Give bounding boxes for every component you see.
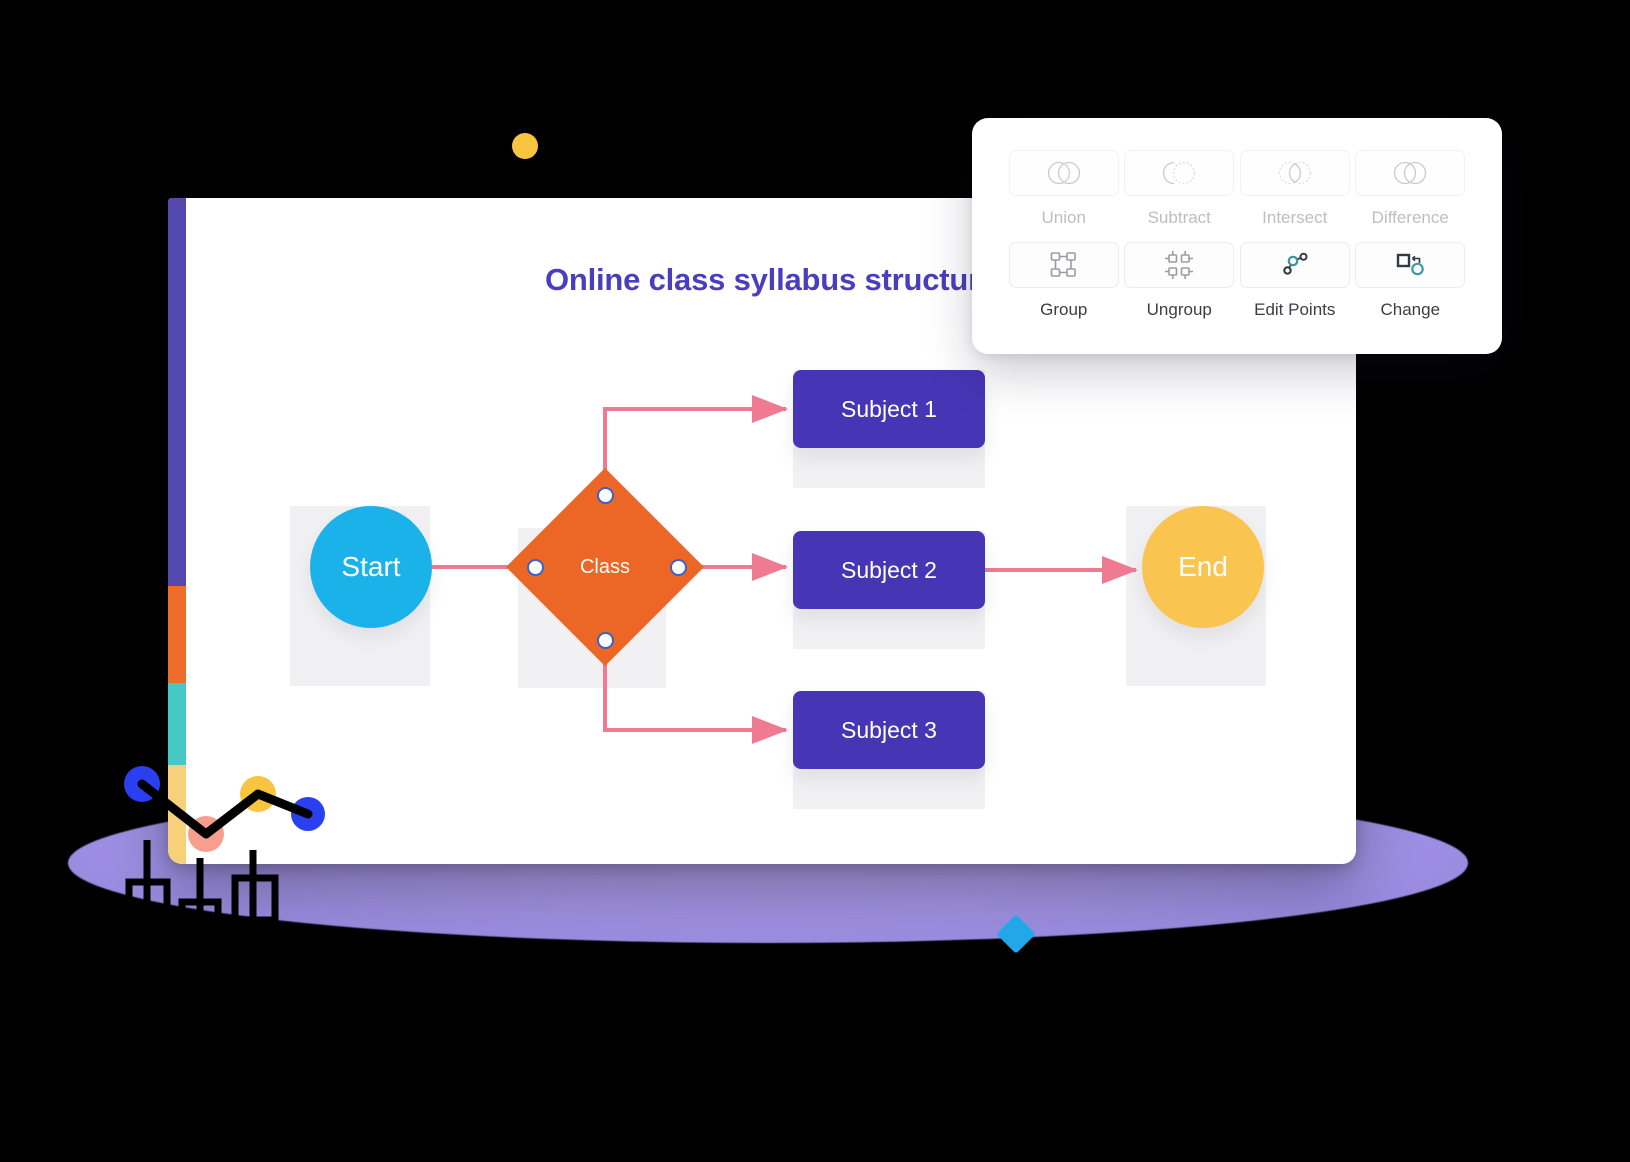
difference-button[interactable]	[1355, 150, 1466, 196]
tool-union[interactable]: Union	[1006, 150, 1122, 228]
edit-points-label: Edit Points	[1254, 300, 1336, 319]
node-start-label: Start	[341, 551, 401, 582]
zigzag-chart-decoration	[124, 766, 325, 852]
selection-handle-top[interactable]	[597, 487, 614, 504]
selection-handle-bottom[interactable]	[597, 632, 614, 649]
group-label: Group	[1040, 300, 1088, 319]
intersect-label: Intersect	[1262, 208, 1328, 227]
union-label: Union	[1041, 208, 1086, 227]
change-shape-icon	[1397, 253, 1425, 276]
shape-operations-panel: Union Subtract Intersect Difference Grou…	[972, 118, 1502, 354]
subtract-button[interactable]	[1124, 150, 1235, 196]
node-subject-3[interactable]: Subject 3	[793, 691, 985, 769]
strip-segment-purple	[168, 198, 186, 586]
node-class-label: Class	[579, 555, 630, 578]
tool-subtract[interactable]: Subtract	[1122, 150, 1238, 228]
group-button[interactable]	[1008, 242, 1119, 288]
change-shape-button[interactable]	[1355, 242, 1466, 288]
subtract-icon	[1163, 161, 1196, 185]
change-shape-label: Change	[1380, 300, 1441, 319]
group-icon	[1050, 252, 1076, 277]
ungroup-button[interactable]	[1124, 242, 1235, 288]
intersect-icon	[1278, 161, 1311, 185]
node-end-label: End	[1178, 551, 1228, 582]
node-subject-1[interactable]: Subject 1	[793, 370, 985, 448]
intersect-button[interactable]	[1239, 150, 1350, 196]
selection-handle-left[interactable]	[527, 559, 544, 576]
node-subject-2[interactable]: Subject 2	[793, 531, 985, 609]
yellow-dot-decoration	[512, 133, 538, 159]
tool-difference[interactable]: Difference	[1353, 150, 1469, 228]
panel-row-arrange-ops: Group Ungroup Edit Points Change	[972, 228, 1502, 320]
ungroup-label: Ungroup	[1146, 300, 1212, 319]
strip-segment-orange	[168, 585, 186, 683]
scene: Online class syllabus structure Start Cl…	[0, 0, 1630, 1162]
node-subject-1-label: Subject 1	[841, 395, 937, 422]
node-class[interactable]: Class	[506, 468, 704, 666]
node-subject-3-label: Subject 3	[841, 716, 937, 743]
node-start[interactable]: Start	[310, 506, 432, 628]
edit-points-icon	[1283, 252, 1308, 275]
chart-polyline	[137, 779, 313, 839]
union-icon	[1047, 161, 1080, 185]
node-end[interactable]: End	[1142, 506, 1264, 628]
union-button[interactable]	[1008, 150, 1119, 196]
ungroup-icon	[1165, 251, 1194, 279]
panel-row-boolean-ops: Union Subtract Intersect Difference	[972, 118, 1502, 228]
subtract-label: Subtract	[1147, 208, 1211, 227]
tool-group[interactable]: Group	[1006, 242, 1122, 320]
tool-edit-points[interactable]: Edit Points	[1237, 242, 1353, 320]
difference-icon	[1394, 161, 1427, 185]
selection-handle-right[interactable]	[670, 559, 687, 576]
tool-change-shape[interactable]: Change	[1353, 242, 1469, 320]
node-subject-2-label: Subject 2	[841, 556, 937, 583]
tool-ungroup[interactable]: Ungroup	[1122, 242, 1238, 320]
difference-label: Difference	[1371, 208, 1449, 227]
edit-points-button[interactable]	[1239, 242, 1350, 288]
tool-intersect[interactable]: Intersect	[1237, 150, 1353, 228]
